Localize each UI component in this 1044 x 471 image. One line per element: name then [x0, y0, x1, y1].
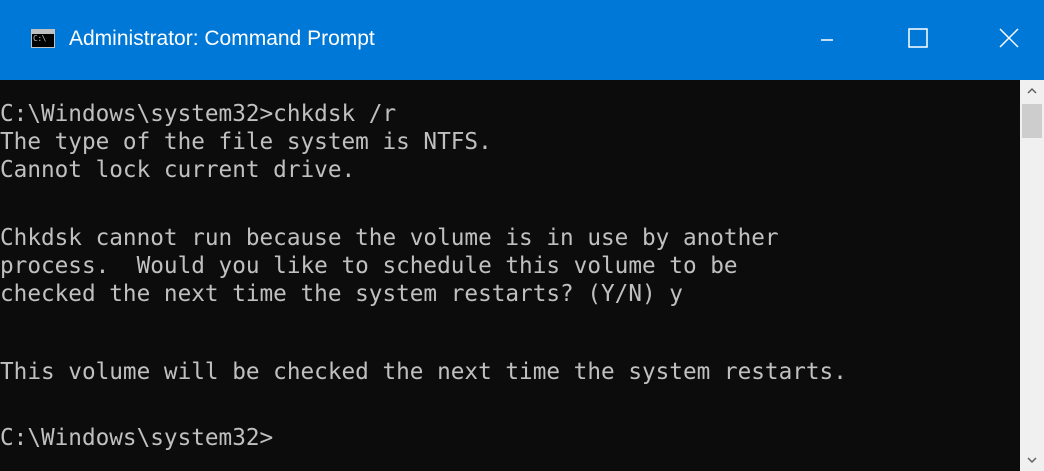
scroll-down-button[interactable] — [1020, 449, 1044, 471]
scroll-thumb[interactable] — [1022, 104, 1042, 138]
maximize-icon — [908, 28, 928, 48]
command-prompt-window: C:\ Administrator: Command Prompt C:\Win… — [0, 0, 1044, 471]
vertical-scrollbar[interactable] — [1020, 80, 1044, 471]
console-line: checked the next time the system restart… — [0, 281, 683, 307]
console-line: The type of the file system is NTFS. — [0, 129, 492, 155]
console-prompt-line[interactable]: C:\Windows\system32> — [0, 424, 273, 452]
scroll-up-button[interactable] — [1020, 80, 1044, 102]
console-line: Chkdsk cannot run because the volume is … — [0, 225, 779, 251]
minimize-button[interactable] — [782, 0, 872, 80]
minimize-icon — [821, 39, 833, 41]
title-bar[interactable]: C:\ Administrator: Command Prompt — [0, 0, 1044, 80]
chevron-up-icon — [1027, 87, 1037, 94]
maximize-button[interactable] — [872, 0, 962, 80]
command-prompt-app-icon[interactable]: C:\ — [31, 29, 55, 48]
close-icon — [999, 28, 1019, 48]
console-line: C:\Windows\system32>chkdsk /r — [0, 101, 397, 127]
console-line: process. Would you like to schedule this… — [0, 253, 738, 279]
chevron-down-icon — [1027, 457, 1037, 464]
window-title: Administrator: Command Prompt — [69, 27, 375, 50]
close-button[interactable] — [962, 0, 1044, 80]
console-line: Cannot lock current drive. — [0, 157, 356, 183]
console-line: This volume will be checked the next tim… — [0, 359, 847, 385]
console-output[interactable]: C:\Windows\system32>chkdsk /r The type o… — [0, 80, 1020, 471]
app-icon-text: C:\ — [33, 34, 46, 43]
